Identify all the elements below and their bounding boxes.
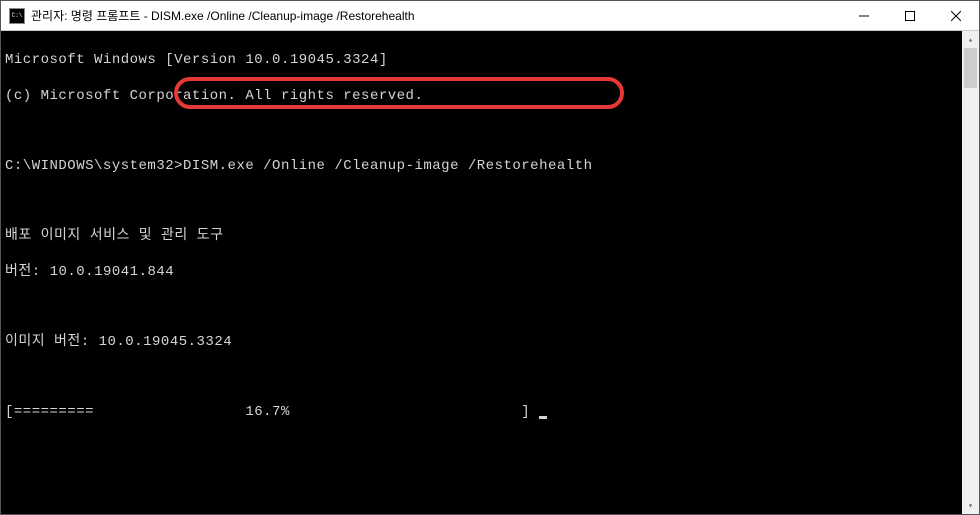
terminal-output[interactable]: Microsoft Windows [Version 10.0.19045.33…: [1, 31, 962, 514]
tool-name: 배포 이미지 서비스 및 관리 도구: [5, 227, 958, 245]
window-titlebar: 관리자: 명령 프롬프트 - DISM.exe /Online /Cleanup…: [1, 1, 979, 31]
command-text: DISM.exe /Online /Cleanup-image /Restore…: [183, 158, 592, 174]
terminal-area: Microsoft Windows [Version 10.0.19045.33…: [1, 31, 979, 514]
scroll-track[interactable]: [962, 48, 979, 497]
output-blank: [5, 299, 958, 315]
maximize-button[interactable]: [887, 1, 933, 30]
progress-line: [========= 16.7% ]: [5, 403, 958, 421]
output-line: Microsoft Windows [Version 10.0.19045.33…: [5, 51, 958, 69]
cmd-icon: [9, 8, 25, 24]
window-controls: [841, 1, 979, 30]
output-blank: [5, 369, 958, 385]
close-button[interactable]: [933, 1, 979, 30]
progress-bar: [========= 16.7% ]: [5, 404, 539, 420]
scroll-thumb[interactable]: [964, 48, 977, 88]
window-title: 관리자: 명령 프롬프트 - DISM.exe /Online /Cleanup…: [31, 7, 841, 24]
command-line: C:\WINDOWS\system32>DISM.exe /Online /Cl…: [5, 157, 958, 175]
tool-version: 버전: 10.0.19041.844: [5, 263, 958, 281]
vertical-scrollbar[interactable]: ▴ ▾: [962, 31, 979, 514]
image-version: 이미지 버전: 10.0.19045.3324: [5, 333, 958, 351]
cursor-icon: [539, 416, 547, 419]
output-blank: [5, 123, 958, 139]
minimize-button[interactable]: [841, 1, 887, 30]
scroll-down-arrow-icon[interactable]: ▾: [962, 497, 979, 514]
output-line: (c) Microsoft Corporation. All rights re…: [5, 87, 958, 105]
prompt-path: C:\WINDOWS\system32>: [5, 158, 183, 174]
output-blank: [5, 193, 958, 209]
scroll-up-arrow-icon[interactable]: ▴: [962, 31, 979, 48]
